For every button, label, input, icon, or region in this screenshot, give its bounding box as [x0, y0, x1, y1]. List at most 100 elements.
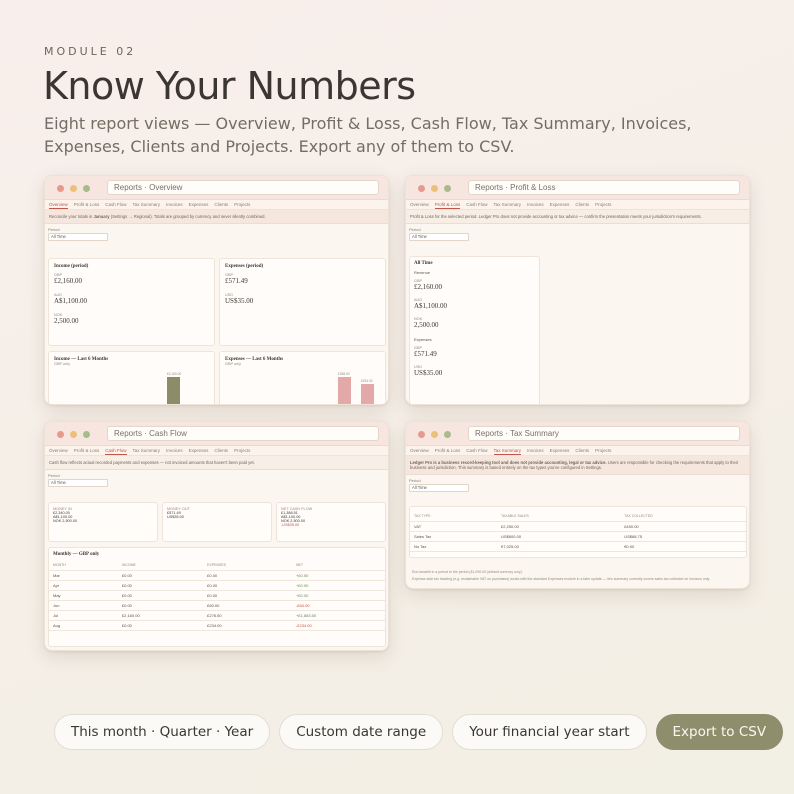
tab-cash-flow[interactable]: Cash Flow [466, 447, 487, 455]
tab-tax-summary[interactable]: Tax Summary [133, 201, 161, 209]
address-bar[interactable]: Reports · Overview [107, 180, 379, 195]
tax-table: TAX TYPE TAXABLE SALES TAX COLLECTED VAT… [410, 511, 746, 552]
tab-clients[interactable]: Clients [575, 201, 589, 209]
export-csv-button[interactable]: Export to CSV [655, 714, 784, 750]
address-bar[interactable]: Reports · Profit & Loss [468, 180, 740, 195]
pnl-notice: Profit & Loss for the selected period. L… [406, 210, 749, 224]
close-dot-icon[interactable] [418, 185, 425, 192]
tab-profit-loss[interactable]: Profit & Loss [74, 447, 100, 455]
period-label: Period [409, 227, 421, 232]
revenue-amount: £2,160.00 [414, 283, 442, 291]
tab-invoices[interactable]: Invoices [166, 201, 183, 209]
table-header-row: MONTH INCOME EXPENSES NET [49, 560, 385, 571]
tab-projects[interactable]: Projects [234, 447, 250, 455]
report-tabs: Overview Profit & Loss Cash Flow Tax Sum… [406, 200, 749, 210]
minimize-dot-icon[interactable] [431, 185, 438, 192]
tab-tax-summary[interactable]: Tax Summary [493, 447, 522, 455]
expenses-card: Expenses (period) GBP £571.49 USD US$35.… [219, 258, 386, 346]
address-bar[interactable]: Reports · Tax Summary [468, 426, 740, 441]
income-amount: 2,500.00 [54, 317, 79, 325]
tab-tax-summary[interactable]: Tax Summary [494, 201, 522, 209]
tab-projects[interactable]: Projects [595, 201, 611, 209]
maximize-dot-icon[interactable] [444, 431, 451, 438]
tab-profit-loss[interactable]: Profit & Loss [74, 201, 100, 209]
tab-overview[interactable]: Overview [49, 447, 68, 455]
window-titlebar: Reports · Profit & Loss [406, 176, 749, 200]
tab-profit-loss[interactable]: Profit & Loss [435, 447, 461, 455]
tab-overview[interactable]: Overview [410, 201, 429, 209]
window-titlebar: Reports · Tax Summary [406, 422, 749, 446]
expense-bar [338, 377, 351, 404]
tab-expenses[interactable]: Expenses [550, 201, 570, 209]
period-select[interactable]: All Time [409, 233, 469, 241]
tab-profit-loss[interactable]: Profit & Loss [434, 201, 461, 209]
expenses-label: Expenses [414, 337, 432, 342]
period-select[interactable]: All Time [409, 484, 469, 492]
cell: £0.00 [117, 570, 204, 581]
cell: Mar [49, 570, 118, 581]
cell: May [49, 590, 118, 601]
maximize-dot-icon[interactable] [83, 185, 90, 192]
tab-invoices[interactable]: Invoices [527, 201, 544, 209]
overview-window: Reports · Overview Overview Profit & Los… [44, 175, 389, 405]
bar-label: £2,160.00 [167, 372, 182, 376]
window-titlebar: Reports · Overview [45, 176, 388, 200]
table-row: Sales Tax US$600.00 US$68.75 [410, 531, 746, 542]
tab-invoices[interactable]: Invoices [527, 447, 544, 455]
maximize-dot-icon[interactable] [444, 185, 451, 192]
notice-month: January [93, 214, 110, 219]
chip-period-presets[interactable]: This month · Quarter · Year [54, 714, 271, 750]
cell: -£234.00 [291, 620, 385, 631]
notice-text: (Settings → Regional). Totals are groupe… [109, 214, 266, 219]
close-dot-icon[interactable] [57, 185, 64, 192]
chip-financial-year[interactable]: Your financial year start [452, 714, 647, 750]
period-select[interactable]: All Time [48, 233, 108, 241]
minimize-dot-icon[interactable] [70, 185, 77, 192]
tab-projects[interactable]: Projects [234, 201, 250, 209]
tab-invoices[interactable]: Invoices [166, 447, 183, 455]
tab-clients[interactable]: Clients [214, 201, 228, 209]
pnl-card-title: All Time [414, 261, 433, 266]
cell: +£0.00 [291, 590, 385, 601]
feature-chips: This month · Quarter · Year Custom date … [54, 714, 784, 750]
page-subtitle: Eight report views — Overview, Profit & … [44, 114, 692, 156]
tab-expenses[interactable]: Expenses [189, 447, 209, 455]
tab-tax-summary[interactable]: Tax Summary [133, 447, 161, 455]
close-dot-icon[interactable] [57, 431, 64, 438]
net-value: -US$35.00 [281, 523, 300, 527]
tab-clients[interactable]: Clients [214, 447, 228, 455]
cell: £2,160.00 [117, 610, 204, 621]
minimize-dot-icon[interactable] [70, 431, 77, 438]
tab-cash-flow[interactable]: Cash Flow [105, 201, 126, 209]
tab-clients[interactable]: Clients [575, 447, 589, 455]
monthly-card: Monthly — GBP only MONTH INCOME EXPENSES… [48, 547, 386, 647]
tab-projects[interactable]: Projects [595, 447, 611, 455]
expenses-card-title: Expenses (period) [225, 264, 264, 269]
expense-amount: US$35.00 [414, 369, 443, 377]
table-row: VAT £2,250.00 £450.00 [410, 521, 746, 532]
cell: -£60.00 [291, 600, 385, 611]
address-bar[interactable]: Reports · Cash Flow [107, 426, 379, 441]
report-tabs: Overview Profit & Loss Cash Flow Tax Sum… [406, 446, 749, 456]
minimize-dot-icon[interactable] [431, 431, 438, 438]
cell: Apr [49, 580, 118, 591]
monthly-title: Monthly — GBP only [53, 552, 100, 557]
page-title: Know Your Numbers [43, 64, 416, 108]
close-dot-icon[interactable] [418, 431, 425, 438]
tab-cash-flow[interactable]: Cash Flow [466, 201, 487, 209]
money-in-value: NOK 2,500.00 [53, 519, 78, 523]
income-bar [167, 377, 180, 404]
col-expenses: EXPENSES [203, 560, 292, 571]
tab-cash-flow[interactable]: Cash Flow [105, 447, 127, 455]
tab-expenses[interactable]: Expenses [189, 201, 209, 209]
tax-summary-window: Reports · Tax Summary Overview Profit & … [405, 421, 750, 589]
cell: £0.00 [117, 620, 204, 631]
maximize-dot-icon[interactable] [83, 431, 90, 438]
tab-overview[interactable]: Overview [49, 201, 68, 209]
tab-expenses[interactable]: Expenses [550, 447, 570, 455]
tab-overview[interactable]: Overview [410, 447, 429, 455]
window-titlebar: Reports · Cash Flow [45, 422, 388, 446]
cell: £0.00 [117, 590, 204, 601]
chip-custom-range[interactable]: Custom date range [279, 714, 444, 750]
period-select[interactable]: All Time [48, 479, 108, 487]
